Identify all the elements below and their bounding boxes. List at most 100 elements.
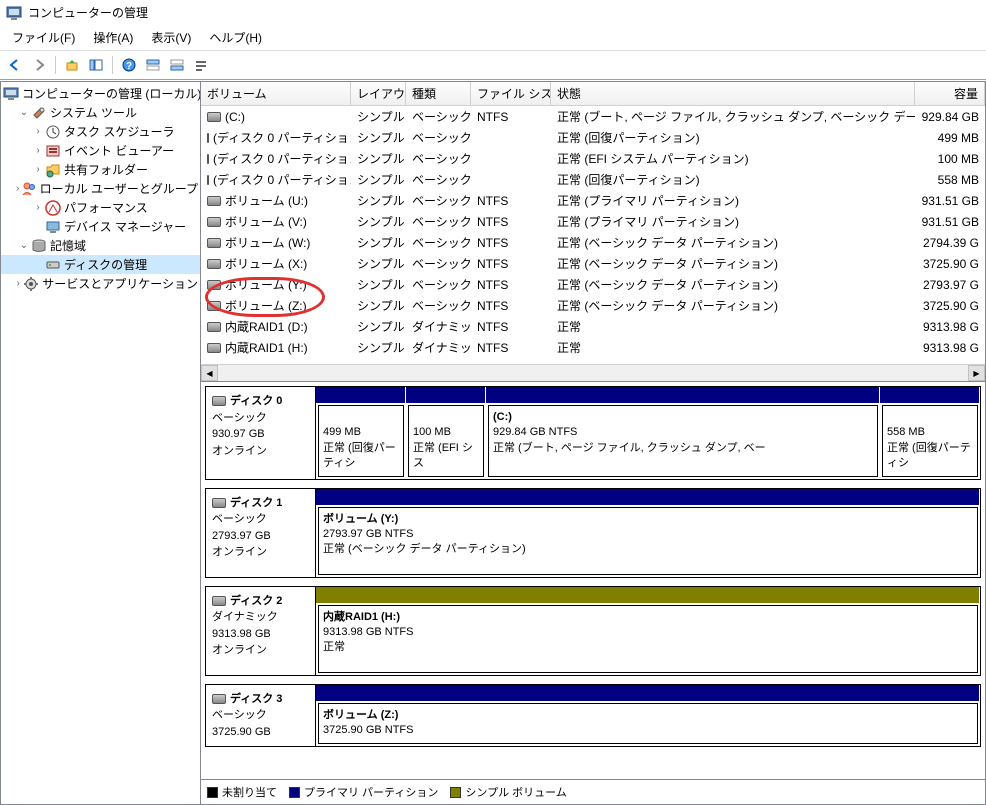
- event-icon: [45, 143, 61, 159]
- tree-device-manager[interactable]: デバイス マネージャー: [1, 217, 200, 236]
- volume-icon: [207, 238, 221, 248]
- legend-swatch-primary: [289, 787, 300, 798]
- settings-button[interactable]: [190, 54, 212, 76]
- volume-icon: [207, 301, 221, 311]
- back-button[interactable]: [4, 54, 26, 76]
- help-button[interactable]: ?: [118, 54, 140, 76]
- disk-icon: [212, 694, 226, 704]
- view-top-button[interactable]: [142, 54, 164, 76]
- window-title: コンピューターの管理: [28, 4, 148, 21]
- view-bottom-button[interactable]: [166, 54, 188, 76]
- users-icon: [21, 181, 37, 197]
- partition[interactable]: ボリューム (Z:) 3725.90 GB NTFS: [318, 703, 978, 745]
- partition[interactable]: ボリューム (Y:) 2793.97 GB NTFS 正常 (ベーシック データ…: [318, 507, 978, 575]
- volume-list[interactable]: ボリューム レイアウト 種類 ファイル システム 状態 容量 (C:)シンプルベ…: [201, 82, 985, 382]
- col-volume[interactable]: ボリューム: [201, 82, 351, 105]
- up-button[interactable]: [61, 54, 83, 76]
- navigation-tree[interactable]: コンピューターの管理 (ローカル) ⌄ システム ツール › タスク スケジュー…: [0, 81, 200, 805]
- volume-row[interactable]: ボリューム (W:)シンプルベーシックNTFS正常 (ベーシック データ パーテ…: [201, 232, 985, 253]
- services-icon: [23, 276, 39, 292]
- disk-graphical-view[interactable]: ディスク 0 ベーシック 930.97 GB オンライン 499 MB: [201, 382, 985, 779]
- titlebar: コンピューターの管理: [0, 0, 986, 25]
- tree-shared-folders[interactable]: › 共有フォルダー: [1, 160, 200, 179]
- clock-icon: [45, 124, 61, 140]
- menu-file[interactable]: ファイル(F): [4, 27, 83, 48]
- volume-row[interactable]: (ディスク 0 パーティション 2)シンプルベーシック正常 (EFI システム …: [201, 148, 985, 169]
- tree-task-scheduler[interactable]: › タスク スケジューラ: [1, 122, 200, 141]
- volume-row[interactable]: ボリューム (U:)シンプルベーシックNTFS正常 (プライマリ パーティション…: [201, 190, 985, 211]
- disk-mgmt-icon: [45, 257, 61, 273]
- expander-icon[interactable]: ›: [31, 126, 45, 137]
- scroll-left-icon[interactable]: ◀: [201, 365, 218, 381]
- expander-icon[interactable]: ⌄: [17, 107, 31, 118]
- tree-event-viewer[interactable]: › イベント ビューアー: [1, 141, 200, 160]
- volume-row[interactable]: ボリューム (Y:)シンプルベーシックNTFS正常 (ベーシック データ パーテ…: [201, 274, 985, 295]
- tree-services-apps[interactable]: › サービスとアプリケーション: [1, 274, 200, 293]
- volume-icon: [207, 112, 221, 122]
- volume-row[interactable]: 内蔵RAID1 (D:)シンプルダイナミックNTFS正常9313.98 G: [201, 316, 985, 337]
- volume-icon: [207, 154, 209, 164]
- expander-icon[interactable]: ⌄: [17, 240, 31, 251]
- disk-icon: [212, 596, 226, 606]
- legend-swatch-simple: [450, 787, 461, 798]
- app-icon: [6, 5, 22, 21]
- partition[interactable]: 100 MB 正常 (EFI シス: [408, 405, 484, 477]
- volume-icon: [207, 343, 221, 353]
- forward-button[interactable]: [28, 54, 50, 76]
- disk-info: ディスク 2 ダイナミック 9313.98 GB オンライン: [206, 587, 316, 675]
- expander-icon[interactable]: ›: [13, 278, 23, 289]
- col-fs[interactable]: ファイル システム: [471, 82, 551, 105]
- menu-help[interactable]: ヘルプ(H): [201, 27, 270, 48]
- disk-block-1[interactable]: ディスク 1 ベーシック 2793.97 GB オンライン ボリューム (Y:)…: [205, 488, 981, 578]
- horizontal-scrollbar[interactable]: ◀ ▶: [201, 364, 985, 381]
- tree-local-users[interactable]: › ローカル ユーザーとグループ: [1, 179, 200, 198]
- volume-row[interactable]: (C:)シンプルベーシックNTFS正常 (ブート, ページ ファイル, クラッシ…: [201, 106, 985, 127]
- volume-icon: [207, 280, 221, 290]
- tree-disk-management[interactable]: ディスクの管理: [1, 255, 200, 274]
- tree-storage[interactable]: ⌄ 記憶域: [1, 236, 200, 255]
- disk-block-3[interactable]: ディスク 3 ベーシック 3725.90 GB ボリューム (Z:) 3725.…: [205, 684, 981, 748]
- tree-system-tools[interactable]: ⌄ システム ツール: [1, 103, 200, 122]
- expander-icon[interactable]: ›: [31, 164, 45, 175]
- expander-icon[interactable]: ›: [31, 202, 45, 213]
- toolbar: ?: [0, 50, 986, 80]
- volume-row[interactable]: (ディスク 0 パーティション 1)シンプルベーシック正常 (回復パーティション…: [201, 127, 985, 148]
- volume-row[interactable]: 内蔵RAID1 (H:)シンプルダイナミックNTFS正常9313.98 G: [201, 337, 985, 358]
- volume-icon: [207, 175, 209, 185]
- content-pane: ボリューム レイアウト 種類 ファイル システム 状態 容量 (C:)シンプルベ…: [200, 81, 986, 805]
- menu-view[interactable]: 表示(V): [143, 27, 199, 48]
- disk-block-0[interactable]: ディスク 0 ベーシック 930.97 GB オンライン 499 MB: [205, 386, 981, 480]
- legend-swatch-unallocated: [207, 787, 218, 798]
- svg-text:?: ?: [126, 61, 132, 72]
- show-hide-tree-button[interactable]: [85, 54, 107, 76]
- tree-performance[interactable]: › パフォーマンス: [1, 198, 200, 217]
- tree-root[interactable]: コンピューターの管理 (ローカル): [1, 84, 200, 103]
- disk-icon: [212, 396, 226, 406]
- volume-icon: [207, 133, 209, 143]
- volume-icon: [207, 196, 221, 206]
- partition[interactable]: 内蔵RAID1 (H:) 9313.98 GB NTFS 正常: [318, 605, 978, 673]
- volume-row[interactable]: ボリューム (X:)シンプルベーシックNTFS正常 (ベーシック データ パーテ…: [201, 253, 985, 274]
- volume-row[interactable]: ボリューム (V:)シンプルベーシックNTFS正常 (プライマリ パーティション…: [201, 211, 985, 232]
- tools-icon: [31, 105, 47, 121]
- menubar: ファイル(F) 操作(A) 表示(V) ヘルプ(H): [0, 25, 986, 50]
- disk-info: ディスク 3 ベーシック 3725.90 GB: [206, 685, 316, 747]
- partition[interactable]: (C:) 929.84 GB NTFS 正常 (ブート, ページ ファイル, ク…: [488, 405, 878, 477]
- col-status[interactable]: 状態: [551, 82, 915, 105]
- storage-icon: [31, 238, 47, 254]
- scroll-right-icon[interactable]: ▶: [968, 365, 985, 381]
- col-layout[interactable]: レイアウト: [351, 82, 406, 105]
- performance-icon: [45, 200, 61, 216]
- col-type[interactable]: 種類: [406, 82, 471, 105]
- col-capacity[interactable]: 容量: [915, 82, 985, 105]
- volume-row[interactable]: (ディスク 0 パーティション 5)シンプルベーシック正常 (回復パーティション…: [201, 169, 985, 190]
- device-icon: [45, 219, 61, 235]
- partition[interactable]: 558 MB 正常 (回復パーティシ: [882, 405, 978, 477]
- partition[interactable]: 499 MB 正常 (回復パーティシ: [318, 405, 404, 477]
- volume-row[interactable]: ボリューム (Z:)シンプルベーシックNTFS正常 (ベーシック データ パーテ…: [201, 295, 985, 316]
- menu-action[interactable]: 操作(A): [85, 27, 141, 48]
- disk-block-2[interactable]: ディスク 2 ダイナミック 9313.98 GB オンライン 内蔵RAID1 (…: [205, 586, 981, 676]
- expander-icon[interactable]: ›: [31, 145, 45, 156]
- volume-icon: [207, 322, 221, 332]
- disk-info: ディスク 0 ベーシック 930.97 GB オンライン: [206, 387, 316, 479]
